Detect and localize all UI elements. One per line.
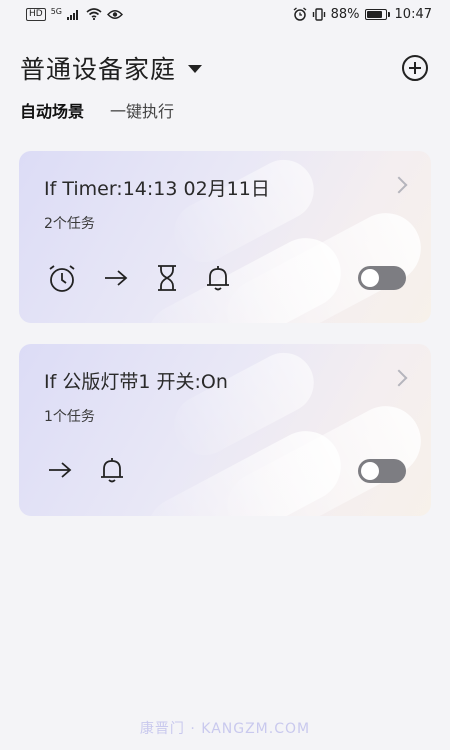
status-bar: HD 5G 88% 10:47 (0, 0, 450, 28)
caret-down-icon (188, 65, 203, 73)
home-selector[interactable]: 普通设备家庭 (20, 50, 203, 86)
tab-one-click[interactable]: 一键执行 (110, 98, 174, 122)
alarm-icon (293, 7, 307, 21)
scene-title: If Timer:14:13 02月11日 (44, 178, 270, 200)
signal-label: 5G (50, 6, 62, 16)
signal-icon (67, 9, 78, 20)
scene-card[interactable]: If Timer:14:13 02月11日 2个任务 (19, 151, 431, 323)
chevron-right-icon (390, 369, 408, 387)
stopwatch-icon (49, 265, 75, 292)
task-count: 1个任务 (44, 409, 95, 425)
task-icons (47, 456, 125, 484)
task-icons (47, 263, 231, 293)
add-scene-button[interactable] (402, 55, 428, 81)
wifi-icon (86, 8, 102, 20)
hd-badge: HD (26, 7, 46, 21)
arrow-right-icon (49, 462, 72, 478)
scene-toggle[interactable] (358, 266, 406, 290)
eye-icon (107, 9, 123, 19)
bell-icon (207, 266, 229, 291)
bell-icon (101, 458, 123, 483)
toggle-knob (361, 462, 379, 480)
battery-percent: 88% (330, 6, 360, 22)
battery-icon (364, 8, 390, 20)
scene-toggle[interactable] (358, 459, 406, 483)
task-count: 2个任务 (44, 216, 95, 232)
arrow-right-icon (105, 270, 128, 286)
vibrate-icon (312, 7, 325, 21)
clock: 10:47 (394, 6, 432, 22)
status-bar-left: HD 5G (26, 6, 123, 21)
watermark: 康晋门 · KANGZM.COM (139, 721, 311, 737)
status-bar-right: 88% 10:47 (293, 7, 432, 22)
toggle-knob (361, 269, 379, 287)
scene-tabs: 自动场景 一键执行 (20, 98, 174, 122)
scene-title: If 公版灯带1 开关:On (44, 371, 228, 393)
home-title: 普通设备家庭 (20, 55, 177, 84)
scene-card[interactable]: If 公版灯带1 开关:On 1个任务 (19, 344, 431, 516)
chevron-right-icon (390, 176, 408, 194)
home-header: 普通设备家庭 (20, 48, 428, 88)
hourglass-icon (158, 265, 176, 291)
tab-auto-scene[interactable]: 自动场景 (20, 98, 84, 122)
